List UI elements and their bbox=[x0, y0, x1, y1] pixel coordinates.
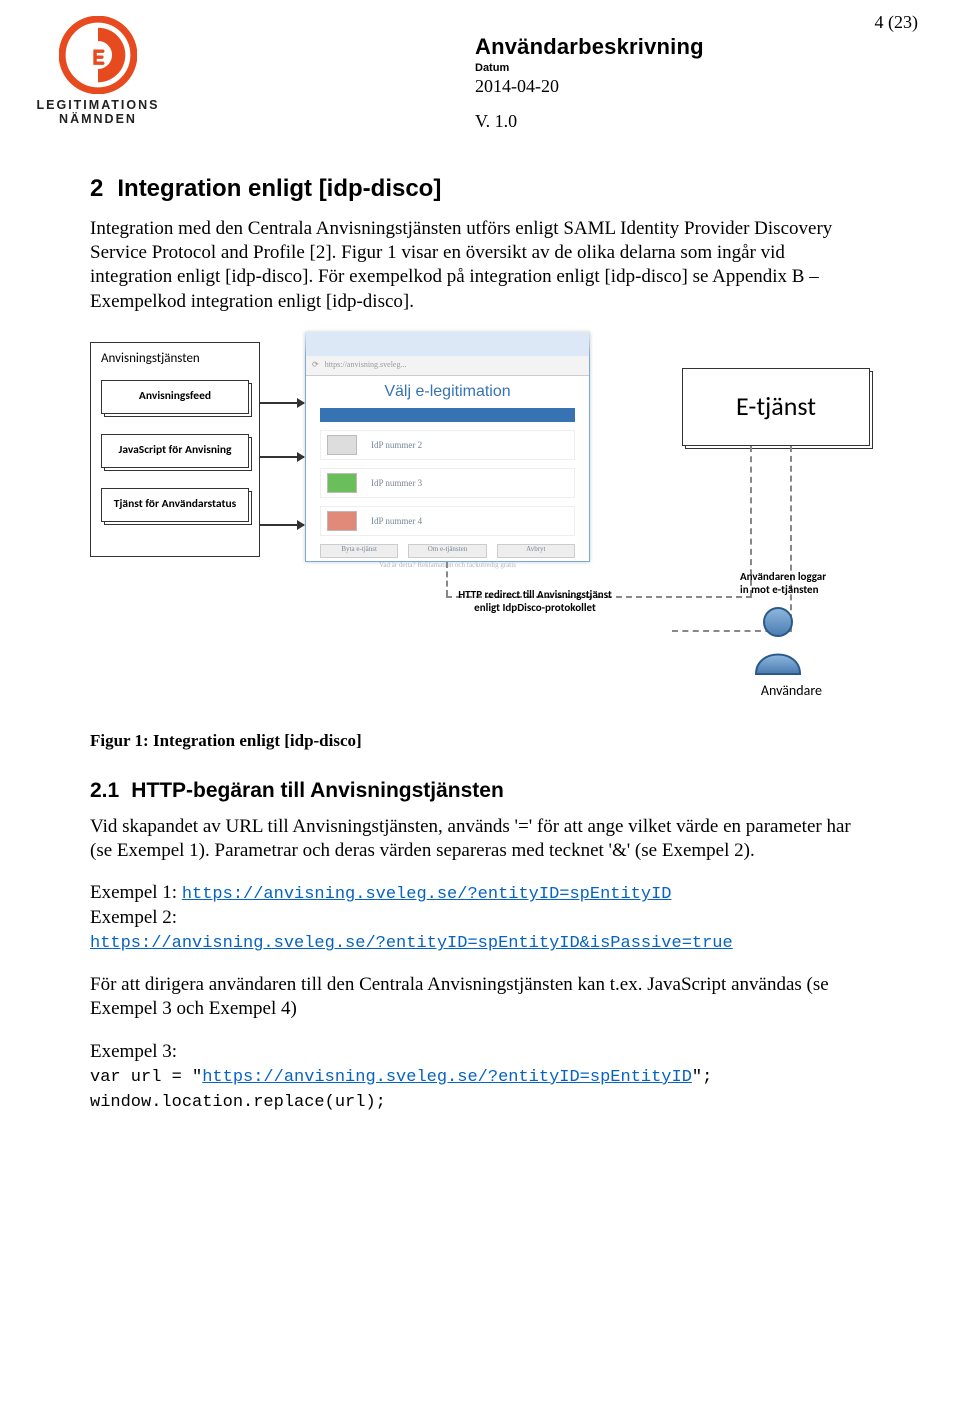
idp-row: IdP nummer 3 bbox=[320, 468, 575, 498]
blue-bar bbox=[320, 408, 575, 422]
example-2-label: Exempel 2: bbox=[90, 907, 177, 928]
browser-address-bar: ⟳ https://anvisning.sveleg... bbox=[306, 356, 589, 376]
section-2-1-title: HTTP-begäran till Anvisningstjänsten bbox=[131, 778, 504, 805]
section-2-number: 2 bbox=[90, 174, 103, 205]
logo-icon bbox=[59, 16, 137, 94]
http-label-line2: enligt IdpDisco-protokollet bbox=[474, 601, 596, 614]
section-2-1-paragraph: Vid skapandet av URL till Anvisningstjän… bbox=[90, 815, 870, 864]
example-3-code-line2: window.location.replace(url); bbox=[90, 1093, 386, 1112]
anvisningstjansten-title: Anvisningstjänsten bbox=[101, 351, 249, 368]
idp-text: IdP nummer 2 bbox=[371, 440, 422, 452]
section-2-heading: 2 Integration enligt [idp-disco] bbox=[90, 174, 870, 205]
mini-button: Avbryt bbox=[497, 544, 575, 558]
http-redirect-label: HTTP redirect till Anvisningstjänst enli… bbox=[430, 588, 640, 614]
code-suffix: "; bbox=[692, 1068, 712, 1087]
user-name-label: Användare bbox=[761, 682, 822, 700]
page: 4 (23) LEGITIMATIONS NÄMNDEN Användarbes… bbox=[0, 0, 960, 1406]
content: 2 Integration enligt [idp-disco] Integra… bbox=[90, 174, 870, 1113]
arrow-icon bbox=[260, 456, 304, 458]
valj-heading: Välj e-legitimation bbox=[320, 382, 575, 402]
page-number: 4 (23) bbox=[875, 12, 919, 33]
mini-button: Om e-tjänsten bbox=[408, 544, 486, 558]
figure-diagram: Anvisningstjänsten Anvisningsfeed JavaSc… bbox=[90, 332, 870, 712]
example-2-link[interactable]: https://anvisning.sveleg.se/?entityID=sp… bbox=[90, 934, 733, 953]
section-2-paragraph: Integration med den Centrala Anvisningst… bbox=[90, 217, 870, 314]
http-label-line1: HTTP redirect till Anvisningstjänst bbox=[458, 588, 612, 601]
idp-chip-icon bbox=[327, 511, 357, 531]
browser-window: ⟳ https://anvisning.sveleg... Välj e-leg… bbox=[305, 332, 590, 562]
user-label-line1: Användaren loggar bbox=[740, 570, 826, 583]
arrow-icon bbox=[260, 524, 304, 526]
example-1-link[interactable]: https://anvisning.sveleg.se/?entityID=sp… bbox=[182, 885, 672, 904]
user-login-label: Användaren loggar in mot e-tjänsten bbox=[740, 570, 870, 596]
example-1: Exempel 1: https://anvisning.sveleg.se/?… bbox=[90, 881, 870, 955]
figure-caption: Figur 1: Integration enligt [idp-disco] bbox=[90, 730, 870, 752]
datum-label: Datum bbox=[475, 62, 870, 74]
example-1-label: Exempel 1: bbox=[90, 882, 182, 903]
section-2-title: Integration enligt [idp-disco] bbox=[117, 174, 441, 205]
anvisningsfeed-box: Anvisningsfeed bbox=[101, 380, 249, 414]
mini-button: Byta e-tjänst bbox=[320, 544, 398, 558]
idp-row: IdP nummer 2 bbox=[320, 430, 575, 460]
datum-value: 2014-04-20 bbox=[475, 76, 870, 97]
section-2-1-number: 2.1 bbox=[90, 778, 119, 805]
browser-body: Välj e-legitimation IdP nummer 2 IdP num… bbox=[306, 376, 589, 576]
logo-block: LEGITIMATIONS NÄMNDEN bbox=[28, 16, 168, 127]
anvisningstjansten-box: Anvisningstjänsten Anvisningsfeed JavaSc… bbox=[90, 342, 260, 557]
arrow-icon bbox=[260, 402, 304, 404]
section-2-1-heading: 2.1 HTTP-begäran till Anvisningstjänsten bbox=[90, 778, 870, 805]
example-3: Exempel 3: var url = "https://anvisning.… bbox=[90, 1040, 870, 1114]
etjanst-box: E-tjänst bbox=[682, 368, 870, 446]
code-prefix: var url = " bbox=[90, 1068, 202, 1087]
section-2-1-paragraph-2: För att dirigera användaren till den Cen… bbox=[90, 973, 870, 1022]
doc-title: Användarbeskrivning bbox=[475, 34, 870, 60]
logo-text-line1: LEGITIMATIONS bbox=[28, 98, 168, 112]
anvandarstatus-box: Tjänst för Användarstatus bbox=[101, 488, 249, 522]
idp-chip-icon bbox=[327, 473, 357, 493]
version: V. 1.0 bbox=[475, 111, 870, 132]
idp-chip-icon bbox=[327, 435, 357, 455]
example-3-link[interactable]: https://anvisning.sveleg.se/?entityID=sp… bbox=[202, 1068, 692, 1087]
user-label-line2: in mot e-tjänsten bbox=[740, 583, 819, 596]
example-3-label: Exempel 3: bbox=[90, 1041, 177, 1062]
browser-buttons: Byta e-tjänst Om e-tjänsten Avbryt bbox=[320, 544, 575, 558]
javascript-box: JavaScript för Anvisning bbox=[101, 434, 249, 468]
idp-text: IdP nummer 3 bbox=[371, 478, 422, 490]
example-3-code-line1: var url = "https://anvisning.sveleg.se/?… bbox=[90, 1068, 712, 1087]
user-icon bbox=[746, 604, 810, 683]
logo-text-line2: NÄMNDEN bbox=[28, 112, 168, 126]
dashed-line bbox=[790, 446, 792, 630]
idp-text: IdP nummer 4 bbox=[371, 516, 422, 528]
document-header: Användarbeskrivning Datum 2014-04-20 V. … bbox=[475, 20, 870, 132]
idp-row: IdP nummer 4 bbox=[320, 506, 575, 536]
